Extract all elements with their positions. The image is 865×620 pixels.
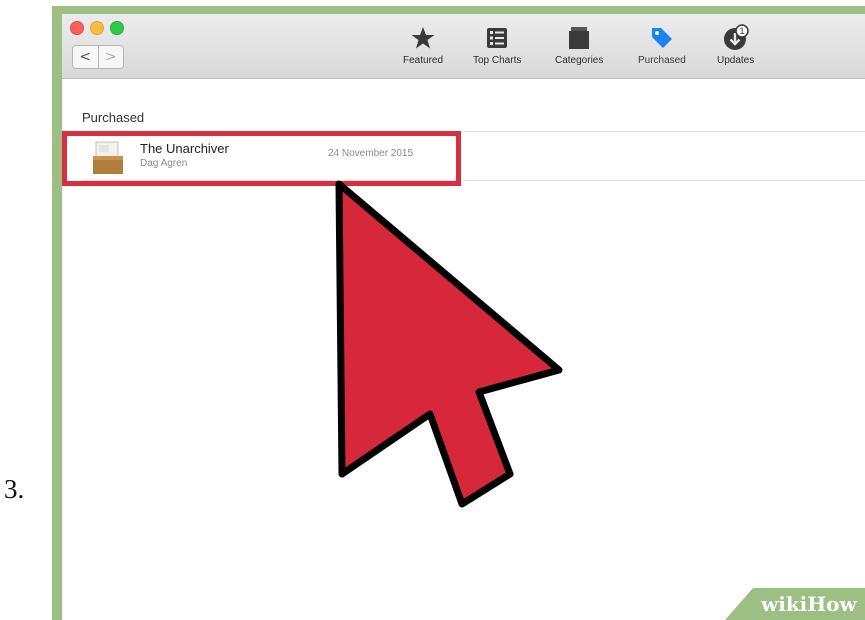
tag-icon: [648, 24, 676, 52]
tab-categories-label: Categories: [555, 55, 604, 66]
tab-updates[interactable]: 1 Updates: [717, 24, 754, 72]
forward-button[interactable]: >: [99, 46, 124, 68]
list-icon: [483, 24, 511, 52]
app-store-window: < > Featured Top Charts Categories Purch…: [62, 14, 865, 620]
updates-badge: 1: [739, 26, 744, 36]
tab-purchased[interactable]: Purchased: [638, 24, 686, 72]
tab-updates-label: Updates: [717, 55, 755, 66]
watermark-how: How: [807, 592, 857, 616]
tab-featured[interactable]: Featured: [403, 24, 443, 72]
zoom-window-button[interactable]: [110, 21, 124, 35]
box-icon: [565, 24, 593, 52]
back-button[interactable]: <: [73, 46, 99, 68]
tab-top-charts[interactable]: Top Charts: [473, 24, 521, 72]
watermark-wiki: wiki: [761, 592, 808, 616]
section-title: Purchased: [82, 110, 145, 125]
tab-top-charts-label: Top Charts: [473, 55, 522, 66]
pointer-arrow-icon: [335, 180, 563, 508]
tab-purchased-label: Purchased: [638, 55, 686, 66]
tab-categories[interactable]: Categories: [555, 24, 603, 72]
updates-icon: 1: [722, 24, 750, 52]
star-icon: [409, 24, 437, 52]
illustration-frame: < > Featured Top Charts Categories Purch…: [52, 6, 865, 620]
toolbar: < > Featured Top Charts Categories Purch…: [62, 14, 865, 79]
close-window-button[interactable]: [70, 21, 84, 35]
navigation-buttons: < >: [72, 45, 124, 69]
tab-featured-label: Featured: [403, 55, 444, 66]
step-number: 3.: [4, 474, 25, 504]
minimize-window-button[interactable]: [90, 21, 104, 35]
wikihow-watermark: wikiHow: [725, 588, 865, 620]
